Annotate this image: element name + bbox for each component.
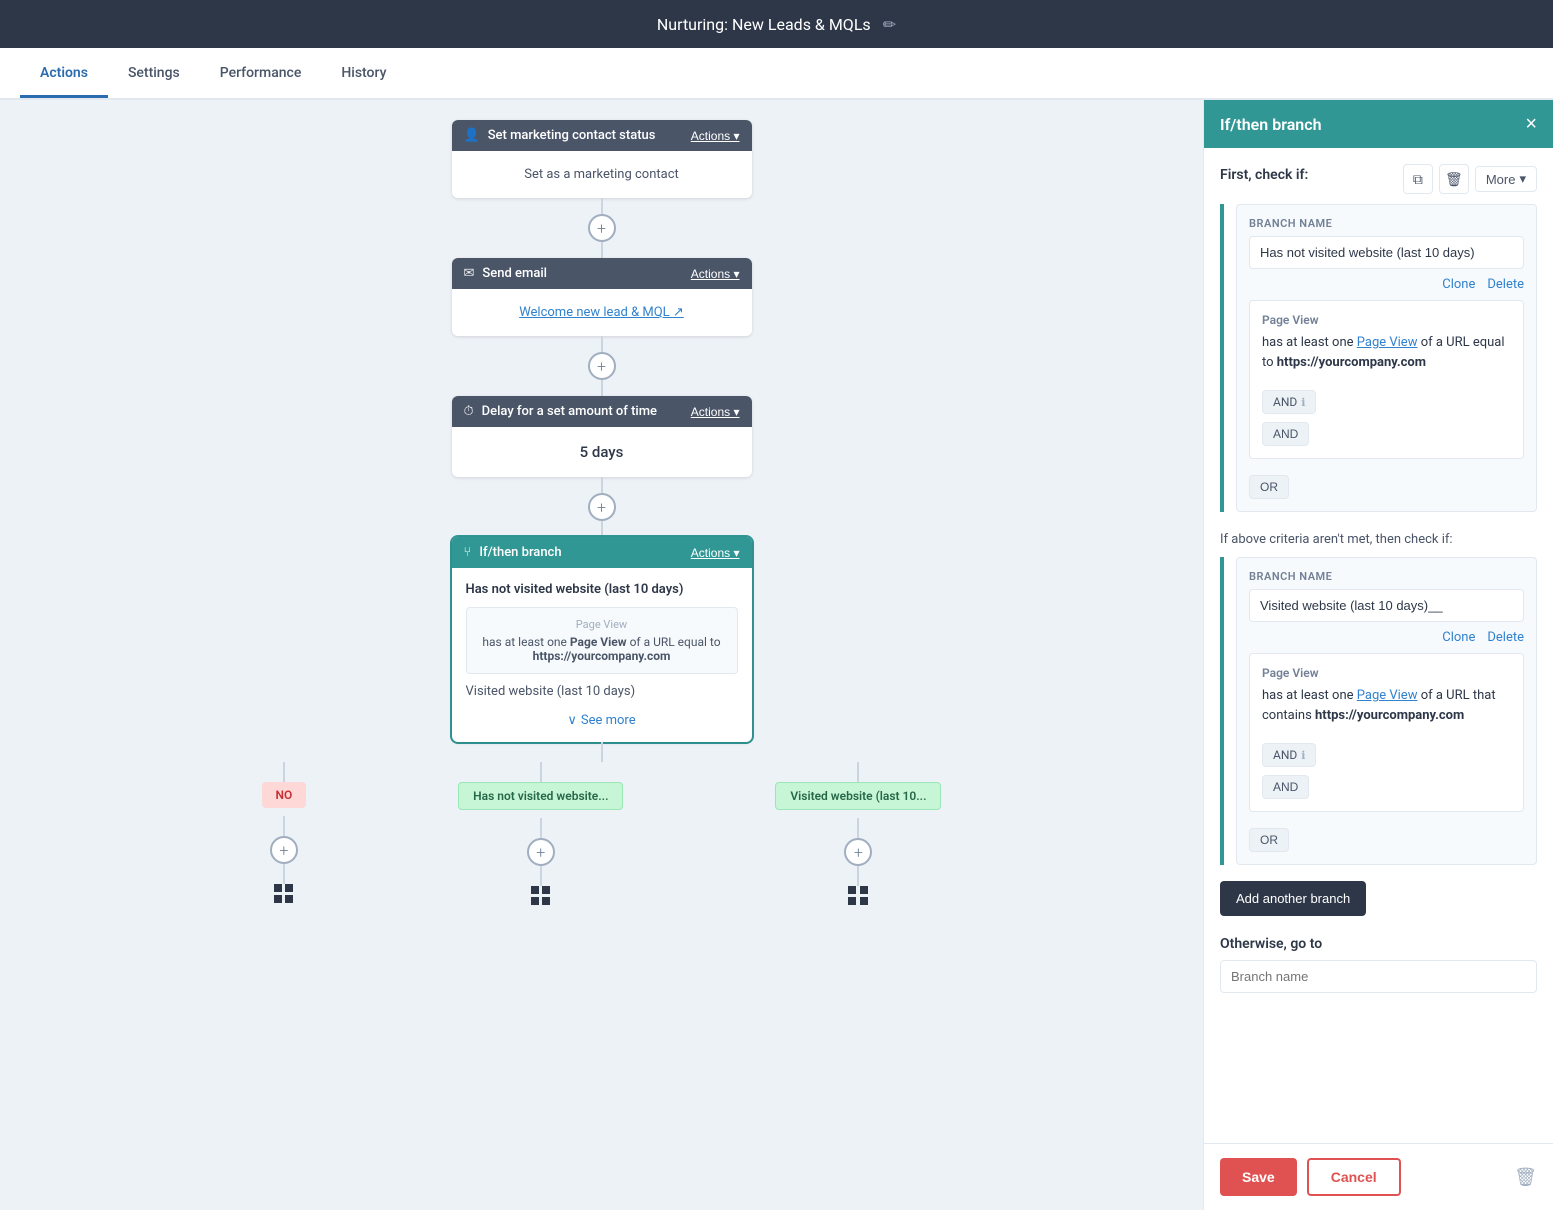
panel-footer: Save Cancel 🗑 [1204,1143,1553,1210]
otherwise-label: Otherwise, go to [1220,936,1537,952]
right-panel: If/then branch × First, check if: ⧉ 🗑 Mo… [1203,100,1553,1210]
branch2-delete-btn[interactable]: Delete [1487,630,1524,645]
edit-icon[interactable]: ✏ [883,15,896,34]
branch1-or-btn[interactable]: OR [1249,475,1289,499]
panel-branch2-section: Branch name Clone Delete Page View has a… [1220,557,1537,865]
tab-actions[interactable]: Actions [20,51,108,98]
branch2-page-view-link[interactable]: Page View [1357,688,1418,703]
add-branch-btn[interactable]: Add another branch [1220,881,1366,916]
output-branch2-label: Visited website (last 10... [775,782,941,810]
tabs-bar: Actions Settings Performance History [0,48,1553,100]
add-branch-section: Add another branch [1220,881,1537,916]
copy-btn[interactable]: ⧉ [1403,164,1433,194]
branch2-filter-desc: has at least one Page View of a URL that… [1262,686,1511,725]
node4-title: If/then branch [479,545,561,560]
first-check-label: First, check if: [1220,167,1308,183]
trash-btn[interactable]: 🗑 [1439,164,1469,194]
second-check-section: If above criteria aren't met, then check… [1220,528,1537,865]
branch1-filter-desc: has at least one Page View of a URL equa… [1262,333,1511,372]
node3-body: 5 days [452,427,752,477]
node2-header: ✉ Send email Actions ▾ [452,258,752,289]
branch-icon: ⑂ [464,545,472,560]
email-link[interactable]: Welcome new lead & MQL ↗ [468,305,736,320]
footer-trash-icon[interactable]: 🗑 [1514,1167,1537,1188]
branch1-and-tag[interactable]: AND ℹ [1262,390,1316,414]
node-container: 👤 Set marketing contact status Actions ▾… [0,120,1203,905]
add-branch1[interactable]: + [527,838,555,866]
top-bar: Nurturing: New Leads & MQLs ✏ [0,0,1553,48]
node2-title: Send email [482,266,547,281]
branch1-delete-btn[interactable]: Delete [1487,277,1524,292]
cancel-button[interactable]: Cancel [1307,1158,1401,1196]
panel-body: First, check if: ⧉ 🗑 More ▾ Branch name [1204,148,1553,1143]
node3-header: ⏱ Delay for a set amount of time Actions… [452,396,752,427]
more-btn[interactable]: More ▾ [1475,166,1537,192]
tab-history[interactable]: History [321,51,406,98]
workflow-title: Nurturing: New Leads & MQLs [657,15,871,34]
user-icon: 👤 [464,128,480,143]
branch2-filter-type: Page View [1262,666,1511,680]
node-set-marketing: 👤 Set marketing contact status Actions ▾… [452,120,752,198]
node-branch: ⑂ If/then branch Actions ▾ Has not visit… [452,537,752,742]
main-layout: 👤 Set marketing contact status Actions ▾… [0,100,1553,1210]
node1-body: Set as a marketing contact [452,151,752,198]
node-delay: ⏱ Delay for a set amount of time Actions… [452,396,752,477]
see-more-btn[interactable]: ∨ See more [466,707,738,728]
email-icon: ✉ [464,266,475,281]
branch2-or-btn[interactable]: OR [1249,828,1289,852]
branch1-filter: Page View has at least one Page View of … [466,607,738,674]
branch1-and-btn[interactable]: AND [1262,422,1309,446]
first-check-section: First, check if: ⧉ 🗑 More ▾ Branch name [1220,164,1537,512]
branch2-filter-block: Page View has at least one Page View of … [1249,653,1524,812]
node1-actions-btn[interactable]: Actions ▾ [691,129,740,143]
branch2-and-btn[interactable]: AND [1262,775,1309,799]
tab-performance[interactable]: Performance [200,51,322,98]
output-no-label: NO [262,782,307,808]
node3-actions-btn[interactable]: Actions ▾ [691,405,740,419]
branch1-info-icon[interactable]: ℹ [1301,396,1305,409]
tab-settings[interactable]: Settings [108,51,200,98]
branch2-info-icon[interactable]: ℹ [1301,749,1305,762]
panel-close-btn[interactable]: × [1525,114,1537,134]
add-no-branch[interactable]: + [270,836,298,864]
branch2-clone-btn[interactable]: Clone [1442,630,1475,645]
otherwise-input[interactable] [1220,960,1537,993]
branch2-name-input[interactable] [1249,589,1524,622]
panel-title: If/then branch [1220,115,1322,134]
node3-title: Delay for a set amount of time [482,404,657,419]
branch2-and-tag[interactable]: AND ℹ [1262,743,1316,767]
add-between-2-3[interactable]: + [588,352,616,380]
branch1-name-input[interactable] [1249,236,1524,269]
branch1-page-view-link[interactable]: Page View [1357,335,1418,350]
second-check-label: If above criteria aren't met, then check… [1220,532,1453,547]
branch1-filter-type: Page View [1262,313,1511,327]
node-send-email: ✉ Send email Actions ▾ Welcome new lead … [452,258,752,336]
node4-actions-btn[interactable]: Actions ▾ [691,546,740,560]
node2-body: Welcome new lead & MQL ↗ [452,289,752,336]
branch1-clone-btn[interactable]: Clone [1442,277,1475,292]
branch1-title: Has not visited website (last 10 days) [466,582,738,597]
node1-title: Set marketing contact status [488,128,656,143]
workflow-canvas: 👤 Set marketing contact status Actions ▾… [0,100,1203,1210]
add-between-3-4[interactable]: + [588,493,616,521]
otherwise-section: Otherwise, go to [1220,936,1537,993]
timer-icon: ⏱ [464,404,474,419]
panel-header: If/then branch × [1204,100,1553,148]
branch1-name-label: Branch name [1249,217,1524,230]
node1-header: 👤 Set marketing contact status Actions ▾ [452,120,752,151]
node2-actions-btn[interactable]: Actions ▾ [691,267,740,281]
branch2-name-label: Branch name [1249,570,1524,583]
add-between-1-2[interactable]: + [588,214,616,242]
footer-buttons: Save Cancel [1220,1158,1401,1196]
add-branch2[interactable]: + [844,838,872,866]
branch2-subtitle: Visited website (last 10 days) [466,684,738,699]
branch1-filter-block: Page View has at least one Page View of … [1249,300,1524,459]
output-branch1-label: Has not visited website... [458,782,623,810]
branch-content: Has not visited website (last 10 days) P… [452,568,752,742]
save-button[interactable]: Save [1220,1158,1297,1196]
node4-header: ⑂ If/then branch Actions ▾ [452,537,752,568]
panel-branch1-section: Branch name Clone Delete Page View has a… [1220,204,1537,512]
